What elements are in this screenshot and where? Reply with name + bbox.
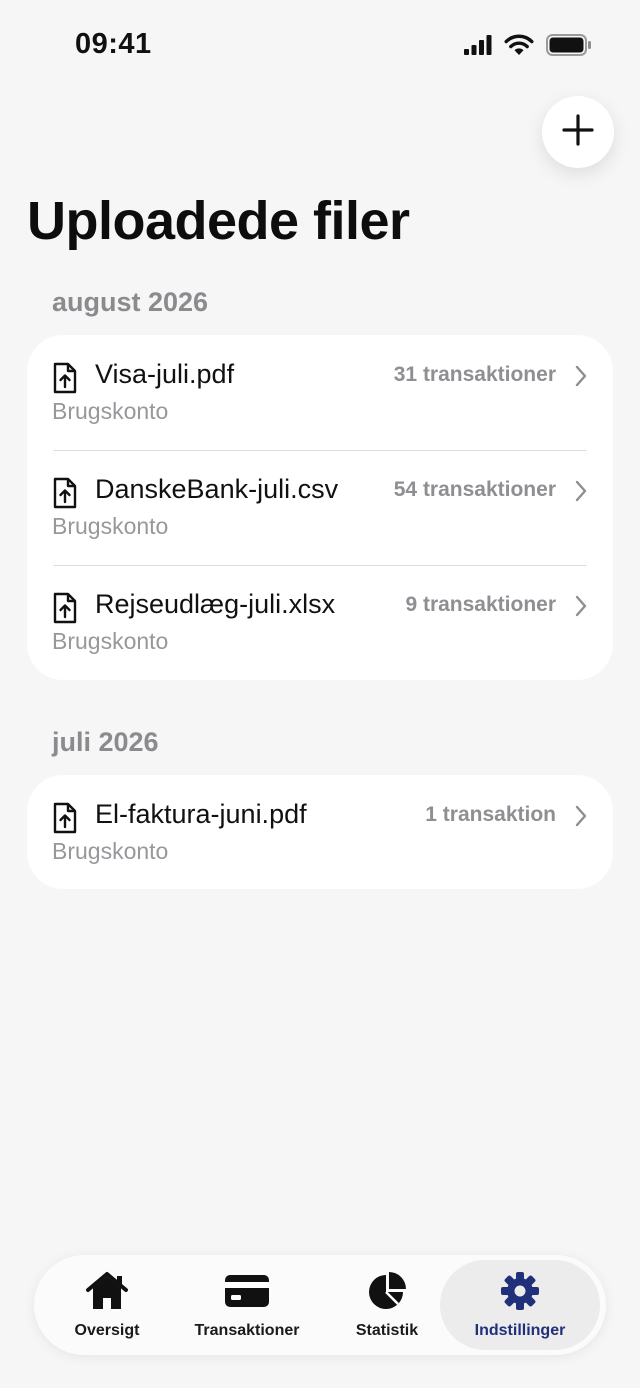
file-row[interactable]: DanskeBank-juli.csv Brugskonto 54 transa… xyxy=(27,450,613,565)
file-account: Brugskonto xyxy=(52,513,169,539)
transaction-count: 9 transaktioner xyxy=(405,593,556,616)
wifi-icon xyxy=(504,34,534,56)
file-name: El-faktura-juni.pdf xyxy=(95,799,307,829)
file-upload-icon xyxy=(52,477,78,514)
page-title: Uploadede filer xyxy=(27,191,410,251)
pie-chart-icon xyxy=(367,1271,407,1316)
chevron-right-icon xyxy=(575,480,587,507)
tab-transaktioner[interactable]: Transaktioner xyxy=(182,1260,312,1350)
file-row[interactable]: El-faktura-juni.pdf Brugskonto 1 transak… xyxy=(27,775,613,890)
status-icons xyxy=(464,34,592,56)
file-upload-icon xyxy=(52,802,78,839)
screen: 09:41 Uploadede filer august 2026 Visa-j… xyxy=(0,0,640,1388)
file-upload-icon xyxy=(52,592,78,629)
chevron-right-icon xyxy=(575,595,587,622)
gear-icon xyxy=(500,1271,540,1316)
status-bar: 09:41 xyxy=(0,0,640,95)
section-title-juli: juli 2026 xyxy=(52,727,159,757)
tab-label: Oversigt xyxy=(74,1321,140,1339)
file-upload-icon xyxy=(52,362,78,399)
tab-statistik[interactable]: Statistik xyxy=(334,1260,440,1350)
file-account: Brugskonto xyxy=(52,628,169,654)
section-title-august: august 2026 xyxy=(52,287,209,317)
battery-icon xyxy=(546,34,592,56)
tab-label: Statistik xyxy=(355,1321,419,1339)
file-row[interactable]: Visa-juli.pdf Brugskonto 31 transaktione… xyxy=(27,335,613,450)
file-group-card: El-faktura-juni.pdf Brugskonto 1 transak… xyxy=(27,775,613,889)
tab-indstillinger[interactable]: Indstillinger xyxy=(440,1260,600,1350)
file-group-card: Visa-juli.pdf Brugskonto 31 transaktione… xyxy=(27,335,613,680)
file-name: DanskeBank-juli.csv xyxy=(95,474,339,504)
file-account: Brugskonto xyxy=(52,838,169,864)
tab-oversigt[interactable]: Oversigt xyxy=(52,1260,162,1350)
credit-card-icon xyxy=(224,1271,270,1316)
file-account: Brugskonto xyxy=(52,398,169,424)
add-file-button[interactable] xyxy=(542,96,614,168)
plus-icon xyxy=(561,113,595,152)
tab-label: Transaktioner xyxy=(194,1321,300,1339)
chevron-right-icon xyxy=(575,365,587,392)
status-time: 09:41 xyxy=(75,28,152,60)
file-name: Visa-juli.pdf xyxy=(95,359,235,389)
tab-label: Indstillinger xyxy=(474,1321,566,1339)
transaction-count: 1 transaktion xyxy=(425,803,556,826)
file-name: Rejseudlæg-juli.xlsx xyxy=(95,589,336,619)
transaction-count: 54 transaktioner xyxy=(393,478,556,501)
file-row[interactable]: Rejseudlæg-juli.xlsx Brugskonto 9 transa… xyxy=(27,565,613,680)
chevron-right-icon xyxy=(575,805,587,832)
signal-icon xyxy=(464,35,492,55)
tab-bar: Oversigt Transaktioner Statistik Indstil… xyxy=(34,1255,606,1355)
house-icon xyxy=(84,1271,130,1316)
transaction-count: 31 transaktioner xyxy=(393,363,556,386)
